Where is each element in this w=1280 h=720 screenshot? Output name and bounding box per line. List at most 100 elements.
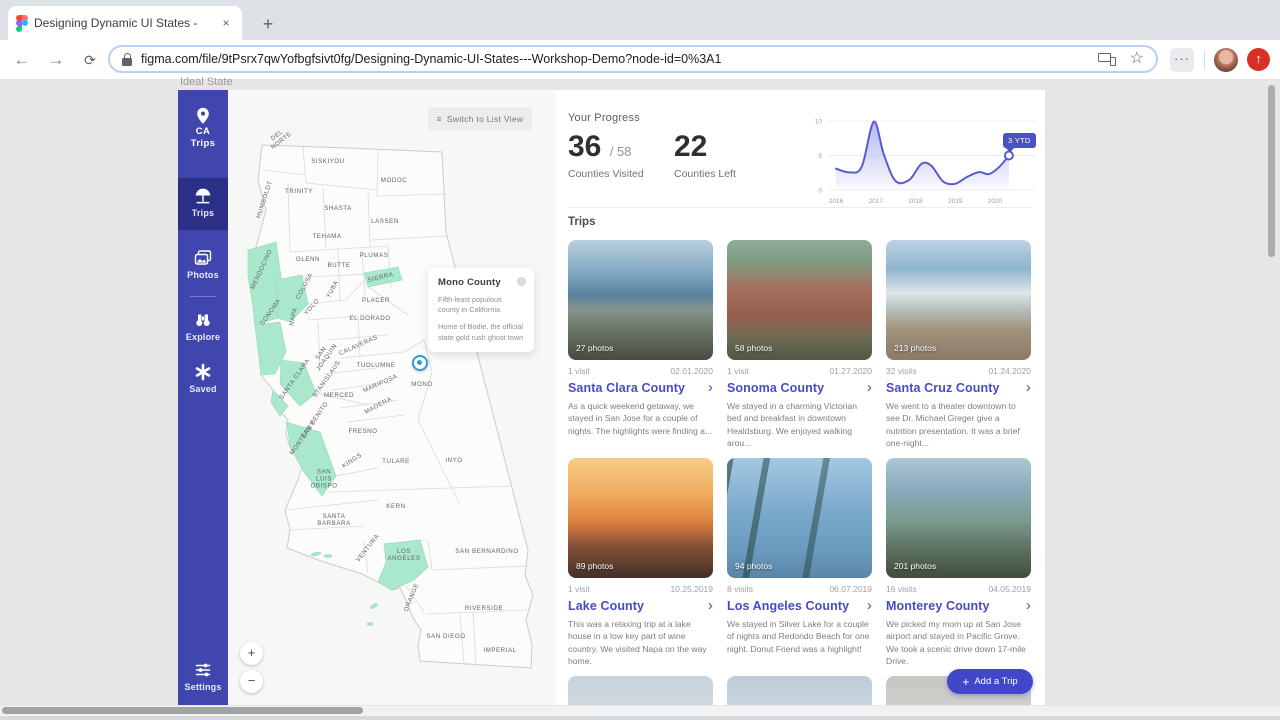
svg-text:INYO: INYO [445,457,462,464]
list-icon: ≡ [437,114,442,124]
photo-count-badge: 58 photos [735,343,772,353]
send-to-device-icon[interactable] [1098,53,1116,66]
trip-photo[interactable] [727,676,872,705]
screen: Designing Dynamic UI States - × + ← → ⟳ … [0,0,1280,720]
new-tab-button[interactable]: + [256,12,280,36]
trip-card[interactable]: 58 photos 1 visit 01.27.2020 Sonoma Coun… [727,240,872,435]
url-text[interactable]: figma.com/file/9tPsrx7qwYofbgfsivt0fg/De… [141,52,1098,66]
visit-count: 1 visit [568,584,590,594]
trip-description: We went to a theater downtown to see Dr.… [886,400,1031,450]
channel-island [324,555,332,558]
trip-photo[interactable]: 213 photos [886,240,1031,360]
trip-title[interactable]: Santa Clara County› [568,381,713,395]
app-logo[interactable]: CA Trips [178,98,228,150]
svg-text:LASSEN: LASSEN [371,218,399,225]
sidebar-item-photos[interactable]: Photos [178,240,228,292]
trip-card[interactable]: 94 photos 8 visits 06.07.2019 Los Angele… [727,458,872,653]
trip-photo[interactable]: 89 photos [568,458,713,578]
browser-tab[interactable]: Designing Dynamic UI States - × [8,6,242,40]
svg-text:IMPERIAL: IMPERIAL [483,647,516,654]
asterisk-icon [193,362,213,382]
trip-card-partial[interactable] [727,676,872,705]
trip-photo[interactable]: 58 photos [727,240,872,360]
svg-text:2016: 2016 [829,198,844,205]
svg-text:MONO: MONO [411,381,432,388]
extensions-icon[interactable]: ··· [1170,48,1194,72]
sidebar-item-settings[interactable]: Settings [178,652,228,704]
trip-card[interactable]: 27 photos 1 visit 02.01.2020 Santa Clara… [568,240,713,435]
map-zoom-in-button[interactable]: + [240,642,263,665]
photo-count-badge: 213 photos [894,343,936,353]
trip-title[interactable]: Lake County› [568,599,713,613]
svg-text:GLENN: GLENN [296,256,320,263]
svg-text:FRESNO: FRESNO [348,428,377,435]
tooltip-fact-1: Fifth-least populous county in Californi… [438,295,524,315]
svg-text:TRINITY: TRINITY [285,188,313,195]
trip-card[interactable]: 213 photos 32 visits 01.24.2020 Santa Cr… [886,240,1031,435]
map-marker-mono[interactable] [412,355,428,371]
window-bottom-edge [0,716,1280,720]
logo-line1: CA [178,126,228,138]
add-trip-label: Add a Trip [974,676,1017,687]
svg-text:KERN: KERN [386,503,405,510]
chevron-right-icon: › [867,382,872,394]
map-area[interactable]: DELNORTESISKIYOUMODOCHUMBOLDTTRINITYSHAS… [228,90,556,705]
trip-photo[interactable] [568,676,713,705]
photo-count-badge: 201 photos [894,561,936,571]
bookmark-star-icon[interactable]: ☆ [1130,51,1144,67]
address-bar[interactable]: figma.com/file/9tPsrx7qwYofbgfsivt0fg/De… [108,45,1158,73]
info-icon[interactable]: i [517,277,526,286]
chart-endpoint-marker [1005,152,1013,160]
browser-tabstrip: Designing Dynamic UI States - × + [0,0,1280,40]
county-tooltip: Mono County i Fifth-least populous count… [428,268,534,352]
trip-card[interactable]: 89 photos 1 visit 10.25.2019 Lake County… [568,458,713,653]
trip-meta: 1 visit 02.01.2020 [568,366,713,376]
forward-icon[interactable]: → [44,48,68,72]
trip-photo[interactable]: 27 photos [568,240,713,360]
sidebar-item-saved[interactable]: Saved [178,354,228,406]
trip-card[interactable]: 201 photos 16 visits 04.05.2019 Monterey… [886,458,1031,653]
refresh-icon[interactable]: ⟳ [78,48,102,72]
chevron-right-icon: › [867,600,872,612]
browser-update-icon[interactable]: ↑ [1247,48,1270,71]
horizontal-scrollbar-thumb[interactable] [2,707,363,714]
progress-title: Your Progress [568,112,640,124]
section-divider [568,207,1032,208]
california-county-map[interactable]: DELNORTESISKIYOUMODOCHUMBOLDTTRINITYSHAS… [228,90,556,705]
trip-date: 02.01.2020 [670,366,713,376]
app-frame: CA Trips Trips Photos [178,90,1045,705]
counties-visited-label: Counties Visited [568,168,644,180]
svg-text:TEHAMA: TEHAMA [312,233,341,240]
counties-left-count: 22 [674,130,707,164]
location-pin-icon [193,106,213,126]
visit-count: 1 visit [568,366,590,376]
chevron-right-icon: › [708,382,713,394]
profile-avatar[interactable] [1214,48,1238,72]
trip-meta: 1 visit 10.25.2019 [568,584,713,594]
trip-description: As a quick weekend getaway, we stayed in… [568,400,713,437]
trip-title[interactable]: Los Angeles County› [727,599,872,613]
trip-photo[interactable]: 94 photos [727,458,872,578]
sidebar-item-trips[interactable]: Trips [178,178,228,230]
back-icon[interactable]: ← [10,48,34,72]
trip-title[interactable]: Monterey County› [886,599,1031,613]
trip-description: We stayed in Silver Lake for a couple of… [727,618,872,655]
trip-card-partial[interactable] [568,676,713,705]
trip-photo[interactable]: 201 photos [886,458,1031,578]
vertical-scrollbar-thumb[interactable] [1268,85,1275,257]
add-trip-button[interactable]: + Add a Trip [947,669,1033,694]
frame-label[interactable]: Ideal State [180,76,233,88]
sidebar-item-explore[interactable]: Explore [178,302,228,354]
sidebar-divider [190,296,216,297]
sidebar-item-label: Settings [178,682,228,692]
trip-title[interactable]: Santa Cruz County› [886,381,1031,395]
tooltip-fact-2: Home of Bodie, the official state gold r… [438,322,524,342]
map-zoom-out-button[interactable]: − [240,670,263,693]
trip-meta: 32 visits 01.24.2020 [886,366,1031,376]
switch-to-list-view-button[interactable]: ≡ Switch to List View [428,107,532,130]
trip-cards-grid: 27 photos 1 visit 02.01.2020 Santa Clara… [568,240,1034,705]
tab-close-icon[interactable]: × [218,15,234,31]
svg-text:10: 10 [815,119,823,126]
visit-count: 16 visits [886,584,917,594]
trip-title[interactable]: Sonoma County› [727,381,872,395]
